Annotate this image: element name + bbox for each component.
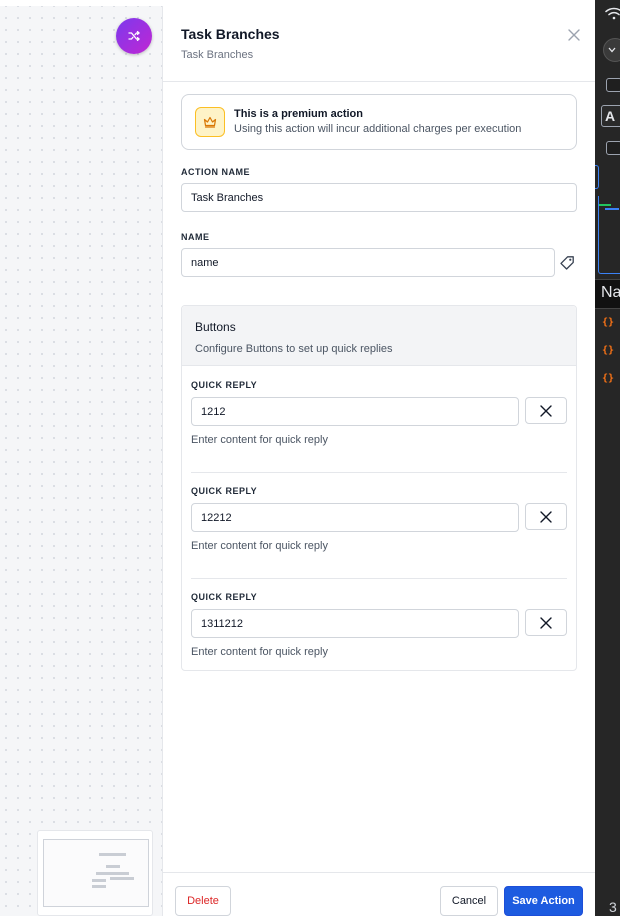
focus-marker xyxy=(595,165,599,189)
close-icon xyxy=(568,29,580,41)
panel-footer: Delete Cancel Save Action xyxy=(163,872,595,916)
crown-icon xyxy=(203,116,217,128)
buttons-section-description: Configure Buttons to set up quick replie… xyxy=(195,343,393,355)
quick-reply-label: QUICK REPLY xyxy=(191,592,258,602)
name-input[interactable] xyxy=(181,248,555,277)
panel-header: Task Branches Task Branches xyxy=(163,6,595,82)
right-sidebar: A Na {} {} {} 3 xyxy=(595,0,620,916)
checkbox[interactable] xyxy=(606,78,620,92)
app-root: Task Branches Task Branches This is a pr… xyxy=(0,0,620,916)
minimap-viewport[interactable] xyxy=(43,839,149,907)
action-name-label: ACTION NAME xyxy=(181,167,250,177)
delete-button[interactable]: Delete xyxy=(175,886,231,916)
save-action-button[interactable]: Save Action xyxy=(504,886,583,916)
preview-line xyxy=(599,204,611,206)
curly-braces-icon: {} xyxy=(602,345,615,356)
tag-button[interactable] xyxy=(559,255,575,271)
buttons-section-header: Buttons Configure Buttons to set up quic… xyxy=(182,306,576,366)
premium-title: This is a premium action xyxy=(234,108,363,120)
preview-line xyxy=(605,208,619,210)
shuffle-icon xyxy=(128,30,140,42)
buttons-section: Buttons Configure Buttons to set up quic… xyxy=(181,305,577,671)
flow-canvas[interactable] xyxy=(0,0,163,916)
quick-reply-input[interactable] xyxy=(191,397,519,426)
bottom-number: 3 xyxy=(609,899,617,915)
quick-reply-help: Enter content for quick reply xyxy=(191,646,328,658)
chevron-down-icon xyxy=(608,47,616,53)
curly-braces-icon: {} xyxy=(602,317,615,328)
premium-icon-badge xyxy=(195,107,225,137)
cancel-button[interactable]: Cancel xyxy=(440,886,498,916)
column-header: Na xyxy=(595,279,620,309)
quick-reply-item: QUICK REPLY Enter content for quick repl… xyxy=(182,473,576,579)
remove-quick-reply-button[interactable] xyxy=(525,503,567,530)
quick-reply-help: Enter content for quick reply xyxy=(191,434,328,446)
close-button[interactable] xyxy=(565,26,583,44)
x-icon xyxy=(540,510,552,523)
minimap-node xyxy=(92,879,106,882)
checkbox[interactable] xyxy=(606,141,620,155)
canvas-top-strip xyxy=(0,0,163,6)
panel-title: Task Branches xyxy=(181,26,280,42)
remove-quick-reply-button[interactable] xyxy=(525,609,567,636)
minimap-node xyxy=(99,853,126,856)
letter-a-text: A xyxy=(605,108,616,124)
minimap-node xyxy=(92,885,106,888)
dropdown-toggle[interactable] xyxy=(603,38,620,62)
premium-notice: This is a premium action Using this acti… xyxy=(181,94,577,150)
letter-box[interactable]: A xyxy=(601,105,620,127)
x-icon xyxy=(540,404,552,417)
buttons-section-title: Buttons xyxy=(195,320,236,334)
minimap-node xyxy=(110,877,134,880)
minimap-node xyxy=(96,872,129,875)
quick-reply-input[interactable] xyxy=(191,503,519,532)
tag-icon xyxy=(560,256,574,270)
quick-reply-item: QUICK REPLY Enter content for quick repl… xyxy=(182,579,576,685)
remove-quick-reply-button[interactable] xyxy=(525,397,567,424)
minimap-node xyxy=(106,865,120,868)
minimap[interactable] xyxy=(37,830,153,916)
quick-reply-label: QUICK REPLY xyxy=(191,486,258,496)
column-header-text: Na xyxy=(601,284,620,301)
quick-reply-input[interactable] xyxy=(191,609,519,638)
quick-reply-item: QUICK REPLY Enter content for quick repl… xyxy=(182,367,576,473)
quick-reply-help: Enter content for quick reply xyxy=(191,540,328,552)
flow-node[interactable] xyxy=(116,18,152,54)
curly-braces-icon: {} xyxy=(602,373,615,384)
panel-subtitle: Task Branches xyxy=(181,49,254,61)
preview-frame xyxy=(598,196,620,274)
wifi-icon xyxy=(605,7,620,20)
name-label: NAME xyxy=(181,232,210,242)
premium-description: Using this action will incur additional … xyxy=(234,123,522,135)
x-icon xyxy=(540,616,552,629)
action-name-input[interactable] xyxy=(181,183,577,212)
quick-reply-label: QUICK REPLY xyxy=(191,380,258,390)
action-settings-panel: Task Branches Task Branches This is a pr… xyxy=(163,0,595,916)
